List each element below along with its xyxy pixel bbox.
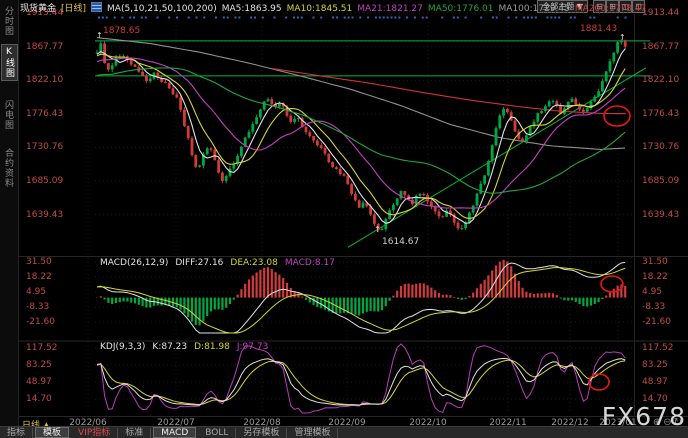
macd-tick-left-0: 31.50: [26, 256, 52, 267]
toolbar-item-1[interactable]: 指标: [0, 427, 34, 438]
toolbar-item-7[interactable]: 另存模板: [236, 427, 288, 438]
macd-tick-right-1: 18.22: [642, 272, 668, 282]
kdj-tick-left-1: 83.25: [26, 359, 52, 370]
toolbar-item-4[interactable]: 标准: [118, 427, 152, 438]
macd-tick-right-0: 31.50: [642, 256, 668, 267]
kdj-tick-right-0: 117.52: [642, 343, 674, 353]
ma-value-1: MA5:1863.95: [221, 4, 282, 14]
indicator-settings-icon[interactable]: [91, 2, 103, 12]
macd-macd-value: MACD:8.17: [284, 258, 335, 268]
price-tick-right-1: 1867.77: [642, 41, 680, 52]
kdj-k-value: K:87.23: [152, 342, 188, 352]
macd-tick-left-2: 4.95: [26, 287, 47, 297]
kdj-j-value: J:97.73: [236, 342, 269, 352]
macd-tick-left-4: -21.60: [26, 317, 56, 327]
toolbar-item-8[interactable]: 管理模板: [287, 427, 339, 438]
sidebar-item-2[interactable]: K线图: [1, 44, 18, 81]
sidebar-item-1[interactable]: 分时图: [1, 4, 16, 38]
peak2-price-label: 1881.43: [580, 24, 618, 34]
price-tick-right-6: 1639.43: [642, 209, 680, 220]
macd-dea-value: DEA:23.08: [230, 258, 278, 268]
ma-values: MA5:1863.95 MA10:1845.51 MA21:1821.27 MA50:…: [222, 4, 652, 14]
chart-header: 现货黄金 [日线] MA(5,10,21,50,100,200) MA5:1863.9…: [20, 1, 688, 14]
macd-tick-right-3: -8.33: [642, 302, 666, 312]
ma-value-6: MA200:1778.47: [574, 4, 647, 14]
macd-tick-right-4: -21.60: [642, 317, 672, 327]
ma-value-3: MA21:1821.27: [357, 4, 423, 14]
macd-header: MACD(26,12,9) DIFF:27.16 DEA:23.08 MACD:8.1…: [100, 258, 342, 268]
kdj-header: KDJ(9,3,3) K:87.23 D:81.98 J:97.73: [100, 342, 275, 352]
toolbar-item-3[interactable]: VIP指标: [71, 427, 119, 438]
kdj-d-value: D:81.98: [194, 342, 230, 352]
price-tick-left-2: 1822.10: [26, 75, 64, 86]
sidebar-item-3[interactable]: 闪电图: [1, 98, 16, 132]
sidebar-item-4[interactable]: 合约资料: [1, 146, 16, 190]
price-tick-right-2: 1822.10: [642, 75, 680, 86]
peak1-price-label: 1878.65: [103, 26, 141, 36]
macd-label: MACD(26,12,9): [100, 258, 169, 268]
kdj-label: KDJ(9,3,3): [100, 342, 146, 352]
price-tick-left-5: 1685.09: [26, 175, 64, 186]
low-price-label: 1614.67: [382, 237, 420, 247]
price-tick-left-3: 1776.43: [26, 108, 64, 119]
toolbar-item-2[interactable]: 模板: [35, 427, 70, 438]
low-arrow-icon: ↑: [374, 225, 381, 234]
chart-canvas[interactable]: [0, 0, 688, 438]
macd-diff-value: DIFF:27.16: [175, 258, 224, 268]
period-tag: [日线]: [61, 4, 87, 14]
price-tick-left-6: 1639.43: [26, 209, 64, 220]
ma-group-label: MA(5,10,21,50,100,200): [107, 4, 217, 14]
ma-value-5: MA100:1729.45: [498, 4, 570, 14]
instrument-title: 现货黄金: [20, 4, 57, 14]
peak1-arrow-icon: ↑: [96, 31, 103, 40]
macd-tick-left-3: -8.33: [26, 302, 50, 312]
kdj-tick-left-2: 48.97: [26, 377, 52, 387]
kdj-tick-left-0: 117.52: [26, 343, 58, 353]
macd-tick-right-2: 4.95: [642, 287, 663, 297]
chart-type-sidebar: 分时图 K线图闪电图合约资料: [0, 0, 19, 427]
kdj-tick-right-2: 48.97: [642, 377, 668, 387]
trading-app-window: 分时图 K线图闪电图合约资料 现货黄金 [日线] MA(5,10,21,50,100,…: [0, 0, 688, 438]
price-tick-left-1: 1867.77: [26, 41, 64, 52]
price-tick-right-3: 1776.43: [642, 108, 680, 119]
price-tick-left-4: 1730.76: [26, 142, 64, 153]
macd-tick-left-1: 18.22: [26, 272, 52, 282]
highlight-circle-1: [603, 105, 631, 127]
toolbar-item-6[interactable]: BOLL: [198, 427, 237, 438]
ma-value-4: MA50:1776.01: [427, 4, 494, 14]
kdj-tick-left-3: 14.70: [26, 393, 52, 404]
price-tick-right-4: 1730.76: [642, 142, 680, 153]
toolbar-item-5[interactable]: MACD: [153, 427, 197, 438]
price-tick-right-5: 1685.09: [642, 175, 680, 186]
kdj-tick-right-1: 83.25: [642, 359, 668, 370]
ma-value-2: MA10:1845.51: [286, 4, 353, 14]
highlight-circle-2: [600, 275, 624, 293]
peak2-arrow-icon: ↑: [619, 33, 626, 42]
bottom-toolbar: 指标 模板 VIP指标 标准 MACD BOLL 另存模板 管理模板: [0, 426, 688, 438]
